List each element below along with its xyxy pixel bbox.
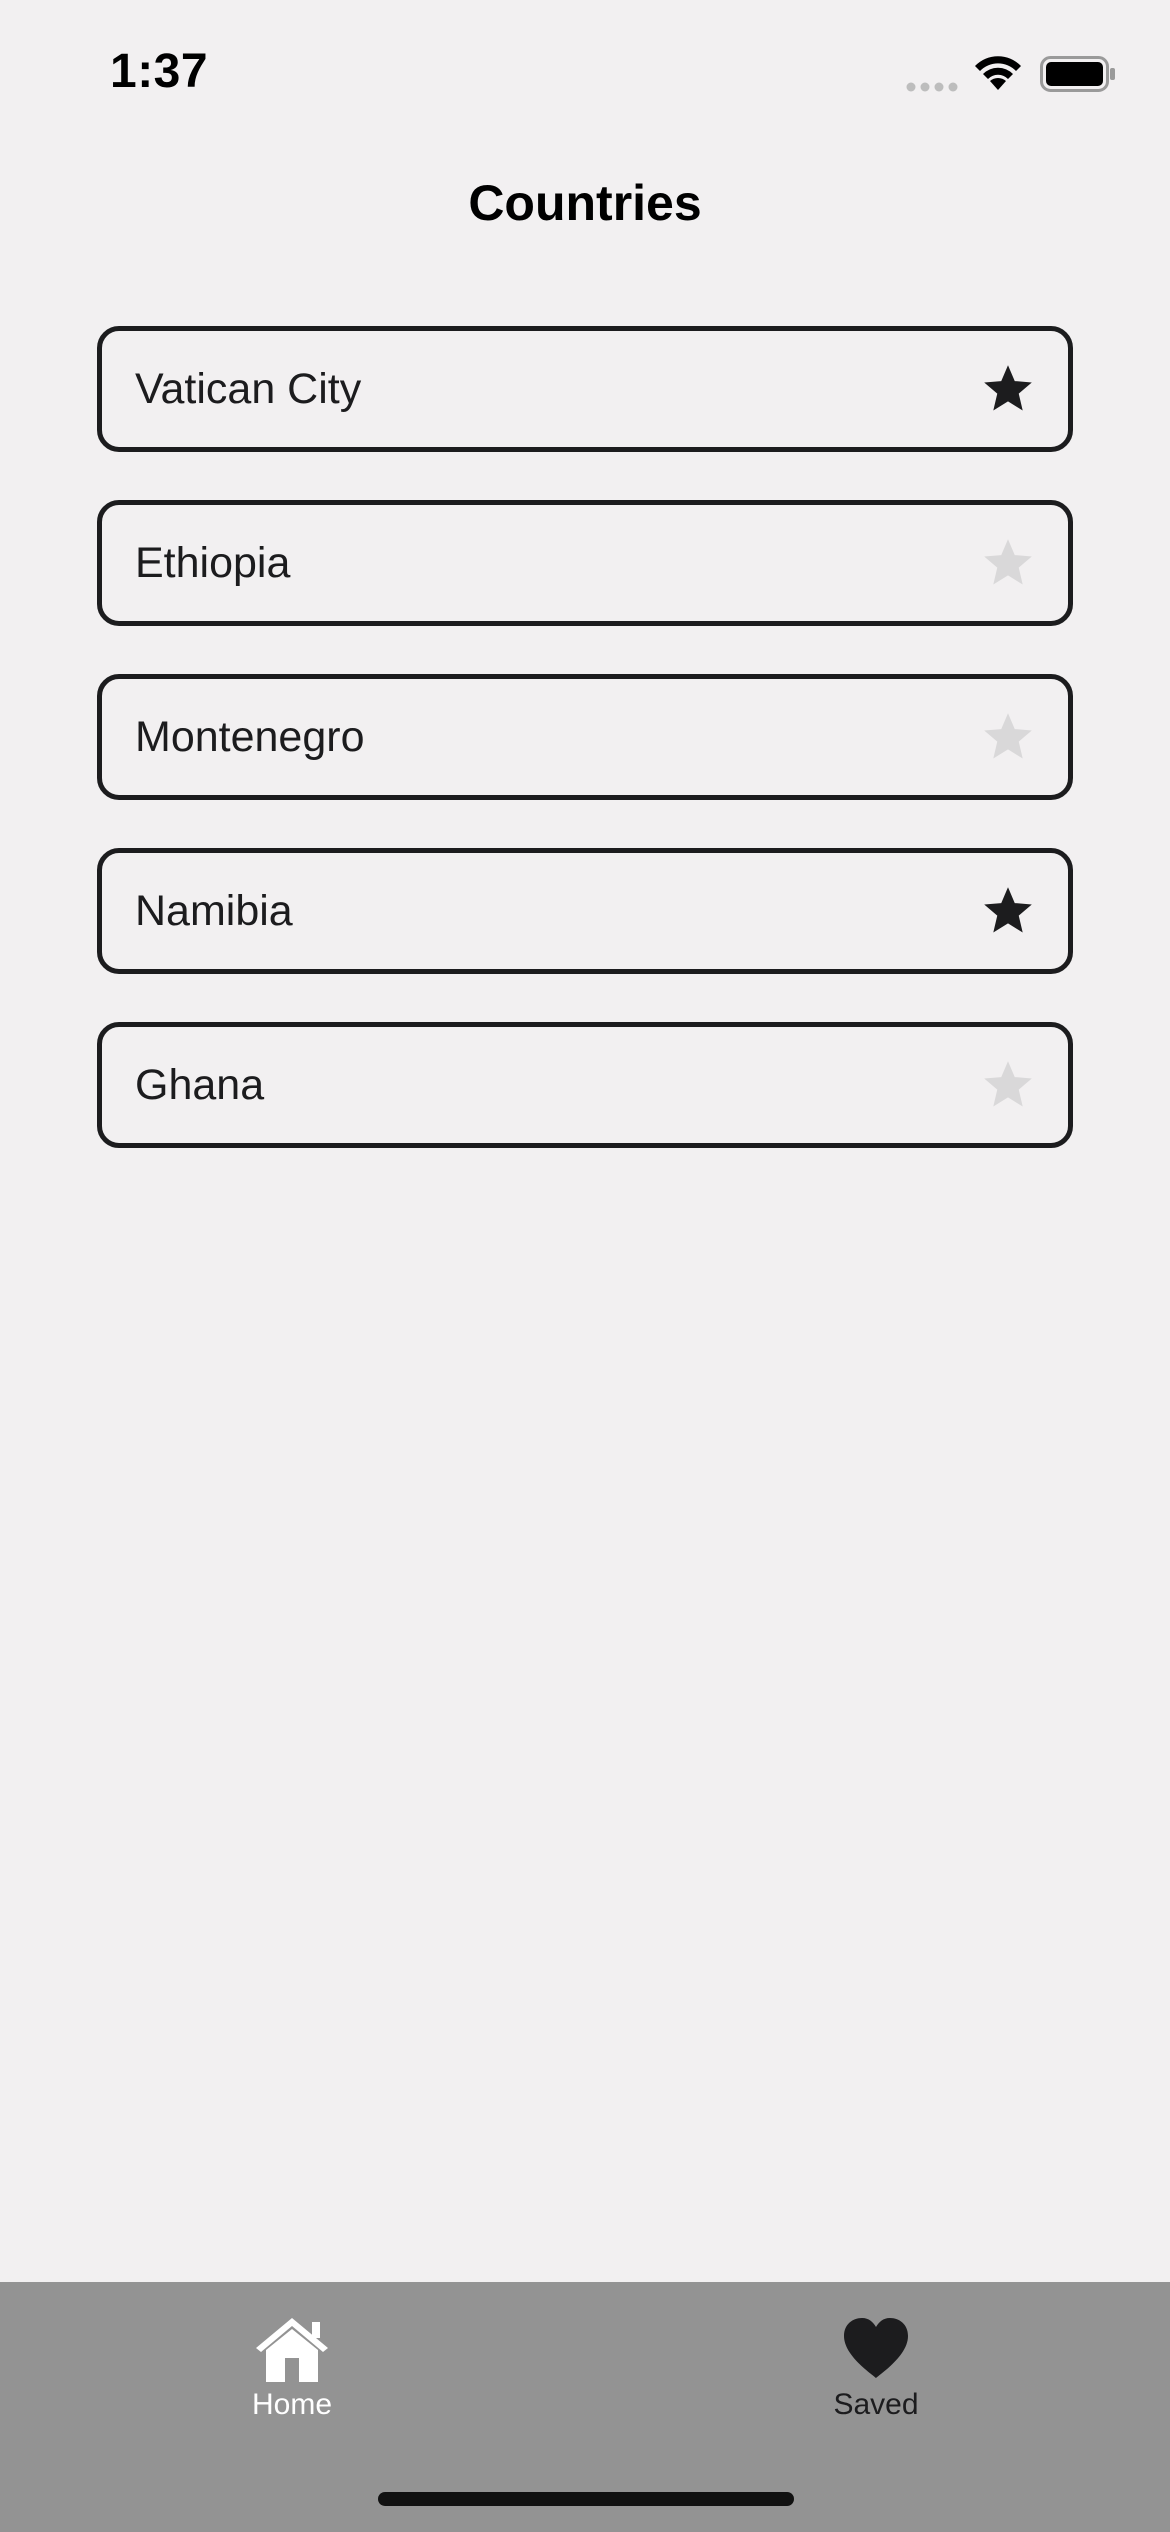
unfavorite-star-icon[interactable] xyxy=(980,1057,1036,1113)
country-name: Montenegro xyxy=(135,713,365,761)
favorite-star-icon[interactable] xyxy=(980,361,1036,417)
page-title: Countries xyxy=(468,175,702,231)
status-time: 1:37 xyxy=(110,45,209,98)
unfavorite-star-icon[interactable] xyxy=(980,535,1036,591)
country-list: Vatican City Ethiopia Montenegro Namibia… xyxy=(97,326,1073,1196)
favorite-star-icon[interactable] xyxy=(980,883,1036,939)
cellular-signal-icon xyxy=(906,82,958,92)
country-row-ethiopia[interactable]: Ethiopia xyxy=(97,500,1073,626)
country-name: Ethiopia xyxy=(135,539,291,587)
country-row-montenegro[interactable]: Montenegro xyxy=(97,674,1073,800)
country-name: Vatican City xyxy=(135,365,362,413)
country-row-namibia[interactable]: Namibia xyxy=(97,848,1073,974)
tab-saved-label: Saved xyxy=(833,2388,919,2421)
tab-home-label: Home xyxy=(251,2388,333,2421)
tab-saved[interactable]: Saved xyxy=(766,2312,986,2432)
heart-icon xyxy=(844,2318,908,2378)
country-name: Namibia xyxy=(135,887,293,935)
home-indicator xyxy=(378,2492,794,2506)
country-row-ghana[interactable]: Ghana xyxy=(97,1022,1073,1148)
status-bar: 1:37 xyxy=(0,0,1170,140)
country-row-vatican-city[interactable]: Vatican City xyxy=(97,326,1073,452)
country-name: Ghana xyxy=(135,1061,265,1109)
home-icon xyxy=(256,2318,328,2382)
tab-home[interactable]: Home xyxy=(182,2312,402,2432)
unfavorite-star-icon[interactable] xyxy=(980,709,1036,765)
wifi-icon xyxy=(975,56,1021,90)
battery-icon xyxy=(1040,56,1115,92)
